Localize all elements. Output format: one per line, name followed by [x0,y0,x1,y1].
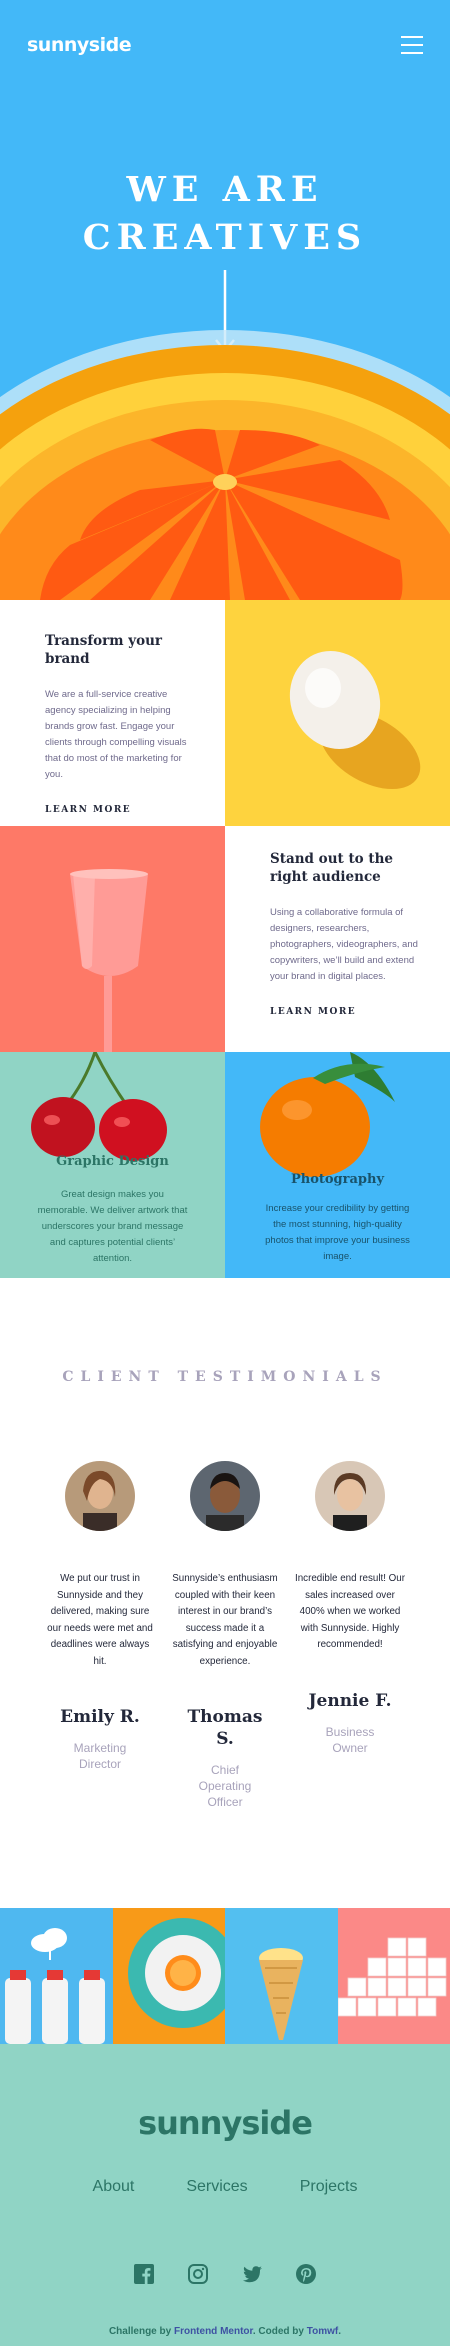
feature-transform-brand: Transform your brand We are a full-servi… [0,600,225,826]
orange-slice-image [0,330,450,600]
learn-more-link[interactable]: LEARN MORE [270,1007,356,1017]
service-title: Graphic Design [0,1154,225,1169]
twitter-icon[interactable] [242,2264,262,2284]
gallery-orange-plate-image [113,1908,226,2044]
feature-stand-out: Stand out to the right audience Using a … [225,826,450,1052]
hero-title: WE ARE CREATIVES [0,166,450,262]
facebook-icon[interactable] [134,2264,154,2284]
footer-nav-projects[interactable]: Projects [300,2178,358,2196]
egg-image [225,600,450,826]
hero-title-line2: CREATIVES [83,217,367,258]
testimonial-role: Chief Operating Officer [190,1762,260,1810]
footer-nav: About Services Projects [0,2178,450,2196]
avatar [315,1461,385,1531]
gallery [0,1908,450,2044]
feature-body: Using a collaborative formula of designe… [270,905,420,985]
brand-logo[interactable]: sunnyside [27,34,131,56]
testimonial-name: Emily R. [35,1706,165,1728]
service-body: Increase your credibility by getting the… [260,1201,415,1265]
avatar [190,1461,260,1531]
feature-row-2: Stand out to the right audience Using a … [0,826,450,1052]
service-body: Great design makes you memorable. We del… [35,1187,190,1267]
attribution-frontend-mentor-link[interactable]: Frontend Mentor [174,2326,253,2337]
service-title: Photography [225,1172,450,1187]
testimonial-card: Incredible end result! Our sales increas… [285,1461,415,1756]
footer-brand-logo[interactable]: sunnyside [0,2104,450,2142]
testimonial-quote: Sunnyside’s enthusiasm coupled with thei… [170,1571,280,1670]
footer: sunnyside About Services Projects Challe… [0,2044,450,2346]
feature-row-1: Transform your brand We are a full-servi… [0,600,450,826]
testimonial-quote: Incredible end result! Our sales increas… [295,1571,405,1654]
testimonial-role: Business Owner [315,1724,385,1756]
gallery-sugar-cubes-image [338,1908,450,2044]
testimonials-heading: CLIENT TESTIMONIALS [0,1369,450,1385]
footer-nav-about[interactable]: About [93,2178,135,2196]
glass-image [0,826,225,1052]
avatar [65,1461,135,1531]
learn-more-link[interactable]: LEARN MORE [45,805,131,815]
feature-title: Stand out to the right audience [270,850,420,886]
testimonials-section: CLIENT TESTIMONIALS We put our trust in … [0,1278,450,1908]
attribution: Challenge by Frontend Mentor. Coded by T… [0,2326,450,2337]
gallery-ice-cream-cone-image [225,1908,338,2044]
attribution-prefix: Challenge by [109,2326,174,2337]
service-graphic-design: Graphic Design Great design makes you me… [0,1052,225,1278]
hero-title-line1: WE ARE [126,169,323,210]
attribution-author-link[interactable]: Tomwf [307,2326,338,2337]
services-row: Graphic Design Great design makes you me… [0,1052,450,1278]
testimonial-card: We put our trust in Sunnyside and they d… [35,1461,165,1772]
feature-title: Transform your brand [45,632,195,668]
attribution-suffix: . [338,2326,341,2337]
testimonial-name: Thomas S. [185,1706,265,1750]
social-links [0,2264,450,2284]
hero-section: sunnyside WE ARE CREATIVES [0,0,450,600]
testimonial-quote: We put our trust in Sunnyside and they d… [45,1571,155,1670]
learn-more-label: LEARN MORE [45,805,131,815]
learn-more-label: LEARN MORE [270,1007,356,1017]
testimonial-card: Sunnyside’s enthusiasm coupled with thei… [160,1461,290,1810]
attribution-mid: . Coded by [253,2326,307,2337]
hamburger-icon[interactable] [401,36,423,54]
gallery-milk-bottles-image [0,1908,113,2044]
footer-nav-services[interactable]: Services [186,2178,247,2196]
pinterest-icon[interactable] [296,2264,316,2284]
service-photography: Photography Increase your credibility by… [225,1052,450,1278]
instagram-icon[interactable] [188,2264,208,2284]
testimonial-role: Marketing Director [60,1740,140,1772]
testimonial-name: Jennie F. [285,1690,415,1712]
feature-body: We are a full-service creative agency sp… [45,687,195,783]
